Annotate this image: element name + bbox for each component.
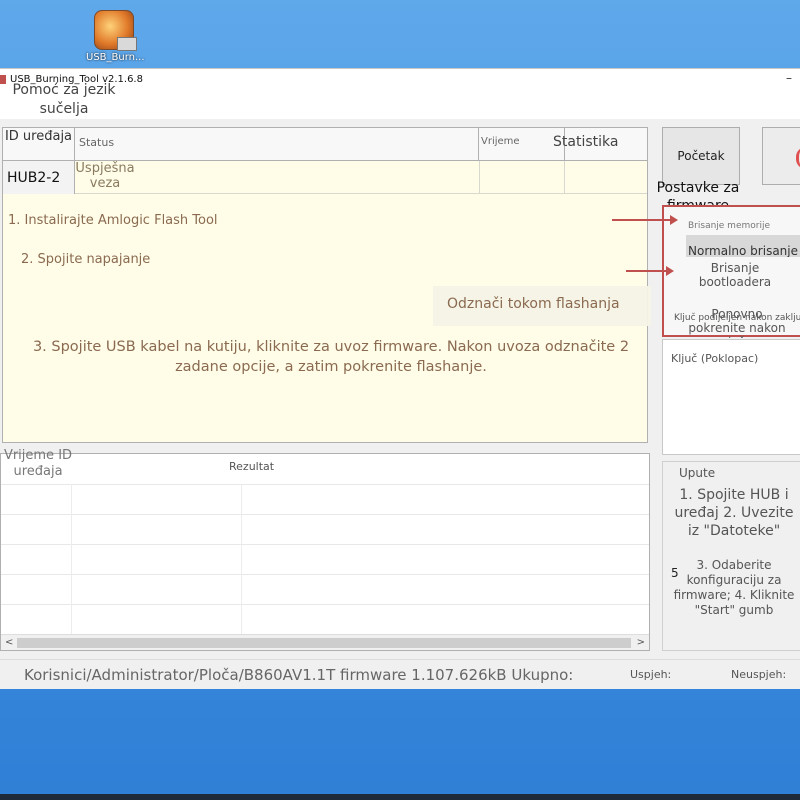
scroll-left-icon[interactable]: <	[5, 637, 13, 648]
menu-bar: Pomoć za jezik sučelja	[0, 82, 800, 119]
stop-button[interactable]	[762, 127, 800, 185]
key-cover-box[interactable]: Ključ (Poklopac)	[662, 339, 800, 455]
erase-memory-label: Brisanje memorije	[688, 221, 770, 231]
uncheck-note: Odznači tokom flashanja	[433, 286, 651, 326]
status-cell: Uspješna veza	[75, 161, 479, 194]
fail-count-label: Neuspjeh:	[731, 668, 787, 681]
instruction-step-1: 1. Instalirajte Amlogic Flash Tool	[8, 213, 218, 228]
usb-burning-tool-icon	[94, 10, 137, 51]
column-header-result: Rezultat	[229, 460, 275, 473]
status-text: Uspješna veza	[75, 161, 135, 191]
device-id-cell: HUB2-2	[3, 161, 75, 194]
scrollbar-thumb[interactable]	[17, 638, 631, 648]
instructions-steps-1-2: 1. Spojite HUB i uređaj 2. Uvezite iz "D…	[674, 487, 794, 539]
key-cover-label: Ključ (Poklopac)	[671, 352, 759, 365]
minimize-button[interactable]: –	[786, 71, 792, 85]
status-bar: Korisnici/Administrator/Ploča/B860AV1.1T…	[0, 659, 800, 689]
column-header-statistics: Statistika	[553, 128, 647, 161]
annotation-arrow-bootloader	[626, 266, 674, 276]
instructions-steps-3-4: 3. Odaberite konfiguraciju za firmware; …	[673, 558, 795, 617]
erase-mode-select[interactable]: Normalno brisanje	[686, 235, 800, 257]
instruction-step-2: 2. Spojite napajanje	[21, 252, 151, 267]
desktop-shortcut-usb-burning-tool[interactable]: USB_Burn...	[86, 10, 145, 63]
column-header-device-id: ID uređaja	[3, 128, 75, 161]
erase-bootloader-checkbox[interactable]: Brisanje bootloadera	[682, 261, 788, 289]
row-divider	[1, 604, 649, 605]
time-cell	[479, 161, 565, 194]
instruction-step-3: 3. Spojite USB kabel na kutiju, kliknite…	[32, 339, 630, 375]
log-rows	[1, 484, 649, 634]
firmware-path: Korisnici/Administrator/Ploča/B860AV1.1T…	[24, 666, 574, 684]
row-divider	[1, 514, 649, 515]
table-row[interactable]: HUB2-2 Uspješna veza	[3, 161, 647, 194]
start-button[interactable]: Početak	[662, 127, 740, 185]
column-divider	[241, 484, 242, 634]
success-count-label: Uspjeh:	[630, 668, 672, 681]
horizontal-scrollbar[interactable]: < >	[1, 634, 649, 650]
desktop-shortcut-label: USB_Burn...	[86, 52, 145, 63]
column-header-status: Status	[75, 128, 479, 161]
app-window: USB_Burning_Tool v2.1.6.8 – Pomoć za jez…	[0, 68, 800, 689]
row-divider	[1, 484, 649, 485]
column-header-time-device-id: Vrijeme ID uređaja	[3, 448, 73, 479]
result-log: Vrijeme ID uređaja Rezultat < >	[0, 448, 650, 651]
column-divider	[71, 484, 72, 634]
instructions-title: Upute	[677, 466, 718, 480]
scroll-right-icon[interactable]: >	[637, 637, 645, 648]
menu-item-help-language[interactable]: Pomoć za jezik sučelja	[4, 81, 124, 119]
annotation-arrow-erase	[612, 215, 678, 225]
log-header: Vrijeme ID uređaja Rezultat	[1, 448, 649, 484]
row-divider	[1, 544, 649, 545]
instructions-group: Upute 1. Spojite HUB i uređaj 2. Uvezite…	[662, 461, 800, 651]
device-grid: ID uređaja Status Vrijeme Statistika HUB…	[2, 127, 651, 443]
grid-header: ID uređaja Status Vrijeme Statistika	[3, 128, 647, 161]
statistics-label: Statistika	[553, 134, 619, 150]
firmware-settings-panel: Brisanje memorije Normalno brisanje Bris…	[662, 205, 800, 363]
row-divider	[1, 574, 649, 575]
taskbar	[0, 794, 800, 800]
